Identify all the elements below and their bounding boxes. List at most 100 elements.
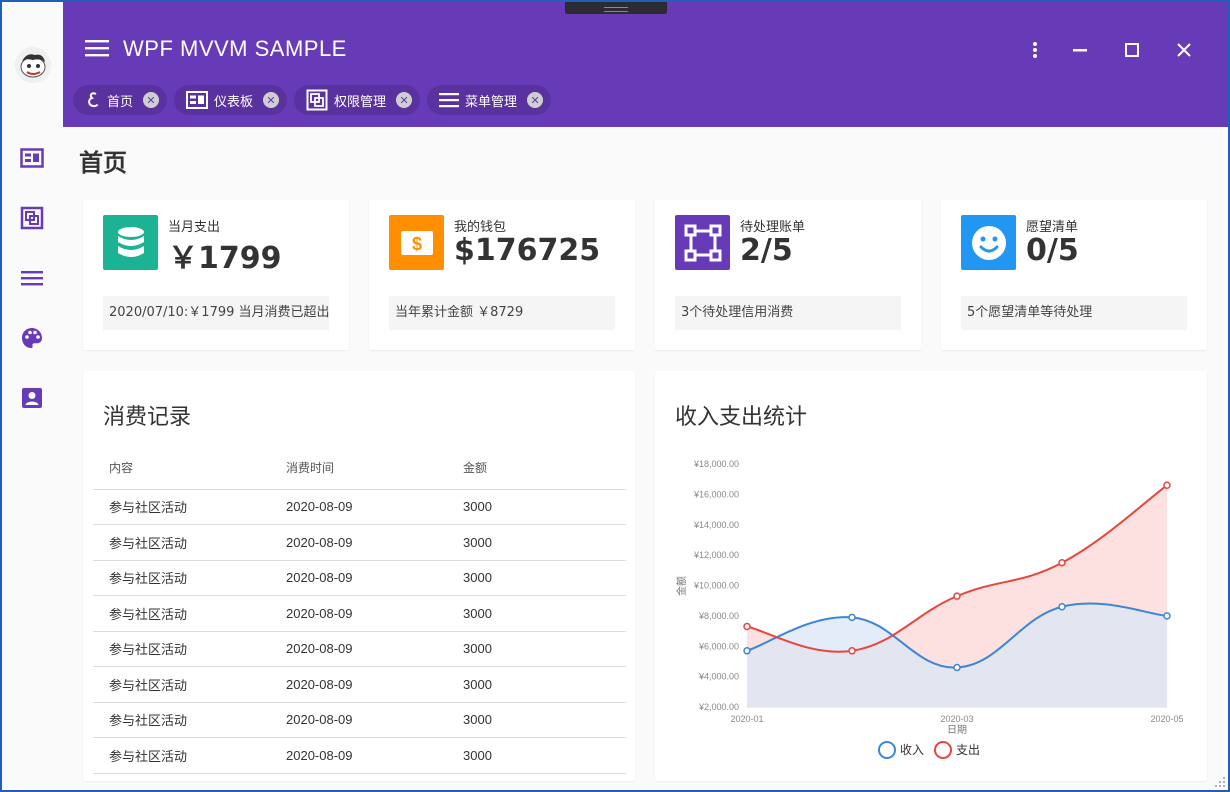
home-script-icon [88, 92, 99, 108]
tab-bar: 首页 ✕ 仪表板 ✕ 权限管理 ✕ 菜单管理 ✕ [73, 85, 552, 115]
sidebar-item-account[interactable] [18, 384, 46, 412]
table-cell: 参与社区活动 [93, 524, 270, 561]
sidebar-item-theme[interactable] [18, 324, 46, 352]
x-tick-label: 2020-01 [730, 714, 763, 724]
table-cell: 3000 [447, 666, 626, 703]
tab-dashboard[interactable]: 仪表板 ✕ [174, 85, 288, 115]
table-cell: 2020-08-09 [270, 737, 447, 774]
avatar[interactable] [15, 47, 51, 83]
menu-lines-icon [21, 271, 43, 286]
table-cell: 参与社区活动 [93, 737, 270, 774]
sidebar-item-dashboard[interactable] [18, 144, 46, 172]
tab-close-icon[interactable]: ✕ [527, 92, 544, 108]
legend-label: 支出 [956, 743, 980, 757]
data-point [743, 622, 751, 631]
stat-icon-box [961, 215, 1016, 270]
page-title: 首页 [79, 149, 127, 177]
more-vert-icon [1033, 42, 1037, 58]
table-row[interactable]: 参与社区活动 2020-08-09 3000 [93, 595, 626, 632]
stat-value: 0/5 [1026, 233, 1079, 268]
chart-card: 收入支出统计 ¥2,000.00 ¥4,000.00 ¥6,000.00 ¥8,000… [655, 371, 1207, 781]
app-title: WPF MVVM SAMPLE [123, 36, 347, 61]
y-tick-label: ¥6,000.00 [698, 641, 739, 651]
tab-close-icon[interactable]: ✕ [143, 92, 160, 108]
table-cell: 3000 [447, 489, 626, 525]
table-cell: 2020-08-09 [270, 560, 447, 596]
stat-value: $176725 [454, 233, 601, 268]
records-table: 内容 消费时间 金额 参与社区活动 2020-08-09 3000 参与社区活动 202… [93, 447, 626, 774]
table-row[interactable]: 参与社区活动 2020-08-09 3000 [93, 489, 626, 525]
stat-card-wishlist: 愿望清单 0/5 5个愿望清单等待处理 [941, 200, 1207, 350]
tab-close-icon[interactable]: ✕ [396, 92, 413, 108]
table-cell: 3000 [447, 595, 626, 632]
column-header[interactable]: 消费时间 [270, 447, 447, 490]
table-cell: 参与社区活动 [93, 560, 270, 596]
y-tick-label: ¥18,000.00 [693, 459, 739, 469]
table-cell: 2020-08-09 [270, 702, 447, 738]
hamburger-menu-button[interactable] [85, 38, 111, 60]
table-cell: 参与社区活动 [93, 489, 270, 525]
table-cell: 2020-08-09 [270, 666, 447, 703]
app-window: WPF MVVM SAMPLE 首页 ✕ 仪表板 ✕ 权限管理 ✕ 菜单管理 ✕… [2, 2, 1228, 790]
stat-icon-box [675, 215, 730, 270]
legend-marker [878, 741, 896, 759]
table-cell: 3000 [447, 631, 626, 667]
stat-icon-box [103, 215, 158, 270]
data-point [743, 647, 751, 655]
table-cell: 2020-08-09 [270, 631, 447, 667]
menu-lines-icon [439, 93, 460, 108]
tab-label: 首页 [107, 94, 134, 110]
vector-square-icon [684, 224, 721, 261]
y-tick-label: ¥8,000.00 [698, 611, 739, 621]
tab-home[interactable]: 首页 ✕ [73, 85, 168, 115]
y-tick-label: ¥14,000.00 [693, 520, 739, 530]
table-row[interactable]: 参与社区活动 2020-08-09 3000 [93, 631, 626, 667]
tab-menu[interactable]: 菜单管理 ✕ [427, 85, 552, 115]
svg-text:$: $ [411, 234, 421, 254]
stat-value: 2/5 [740, 233, 793, 268]
data-point [953, 592, 961, 600]
legend-marker [934, 741, 952, 759]
y-axis-label: 金额 [675, 576, 688, 596]
window-drag-handle[interactable] [565, 2, 667, 14]
table-row[interactable]: 参与社区活动 2020-08-09 3000 [93, 666, 626, 703]
y-tick-label: ¥12,000.00 [693, 550, 739, 560]
nav-rail [2, 2, 63, 790]
table-cell: 2020-08-09 [270, 489, 447, 525]
table-row[interactable]: 参与社区活动 2020-08-09 3000 [93, 702, 626, 738]
tab-label: 权限管理 [334, 94, 387, 110]
table-row[interactable]: 参与社区活动 2020-08-09 3000 [93, 524, 626, 561]
minimize-button[interactable] [1068, 38, 1092, 62]
stat-note: 2020/07/10:￥1799 当月消费已超出 [103, 296, 329, 330]
maximize-button[interactable] [1120, 38, 1144, 62]
legend-label: 收入 [900, 743, 924, 757]
x-tick-label: 2020-03 [940, 714, 973, 724]
close-window-button[interactable] [1172, 38, 1196, 62]
stat-note: 当年累计金额 ￥8729 [389, 296, 615, 330]
column-header[interactable]: 金额 [447, 447, 626, 490]
column-header[interactable]: 内容 [93, 447, 270, 490]
table-row[interactable]: 参与社区活动 2020-08-09 3000 [93, 560, 626, 596]
data-point [953, 663, 961, 672]
sidebar-item-permission[interactable] [18, 204, 46, 232]
resize-grip-icon[interactable] [1214, 776, 1226, 788]
table-row[interactable]: 参与社区活动 2020-08-09 3000 [93, 737, 626, 774]
palette-icon [22, 328, 42, 348]
table-cell: 2020-08-09 [270, 524, 447, 561]
stat-card-pending-bills: 待处理账单 2/5 3个待处理信用消费 [655, 200, 921, 350]
stat-card-monthly-expense: 当月支出 ￥1799 2020/07/10:￥1799 当月消费已超出 [83, 200, 349, 350]
y-tick-label: ¥10,000.00 [693, 581, 739, 591]
table-cell: 2020-08-09 [270, 595, 447, 632]
dashboard-card-icon [186, 91, 209, 109]
records-card: 消费记录 内容 消费时间 金额 参与社区活动 2020-08-09 3000 参与社区… [83, 371, 635, 781]
x-axis-label: 日期 [947, 724, 967, 736]
permission-squares-icon [306, 89, 328, 111]
stat-note: 5个愿望清单等待处理 [961, 296, 1187, 330]
app-header: WPF MVVM SAMPLE 首页 ✕ 仪表板 ✕ 权限管理 ✕ 菜单管理 ✕ [63, 2, 1228, 127]
table-cell: 3000 [447, 737, 626, 774]
sidebar-item-menu[interactable] [18, 264, 46, 292]
tab-permission[interactable]: 权限管理 ✕ [294, 85, 421, 115]
tab-close-icon[interactable]: ✕ [263, 92, 280, 108]
more-options-button[interactable] [1023, 38, 1047, 62]
table-header-row: 内容 消费时间 金额 [93, 447, 626, 490]
